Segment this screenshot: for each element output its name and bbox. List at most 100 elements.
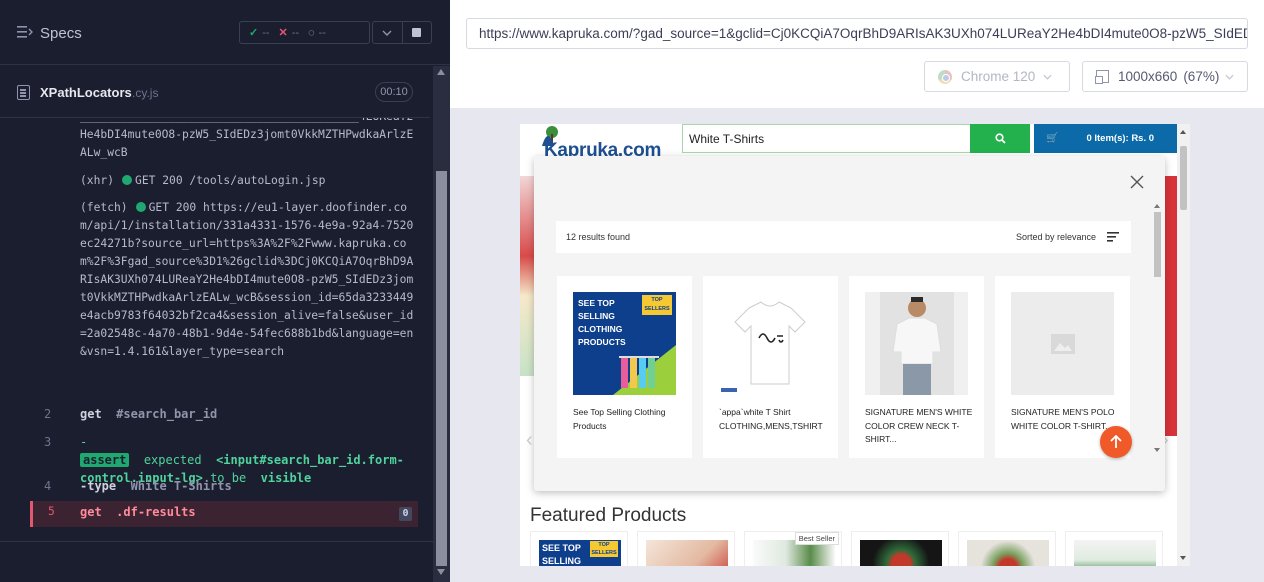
- search-results-layer: 12 results found Sorted by relevance SEE…: [534, 156, 1165, 491]
- scroll-to-top-button[interactable]: [1100, 426, 1132, 458]
- command-log-panel: Specs ✓ -- ✕ -- ◌ -- XPathLocators .cy.j…: [0, 0, 450, 582]
- image-placeholder: [1011, 292, 1114, 395]
- specs-label[interactable]: Specs: [40, 25, 82, 42]
- run-controls: [372, 21, 432, 44]
- scroll-up-icon[interactable]: [1154, 204, 1160, 208]
- xhr-text: GET 200 /tools/autoLogin.jsp: [135, 174, 326, 187]
- featured-card[interactable]: [637, 531, 735, 566]
- scroll-thumb[interactable]: [1180, 146, 1187, 210]
- featured-card[interactable]: [1065, 531, 1163, 566]
- command-number: 4: [44, 479, 52, 493]
- scroll-down-icon[interactable]: [1180, 556, 1186, 560]
- command-arg: White T-Shirts: [130, 479, 232, 493]
- assert-badge: assert: [80, 453, 130, 467]
- fetch-log-entry[interactable]: (fetch) GET 200 https://eu1-layer.doofind…: [80, 199, 416, 361]
- duration-badge: 00:10: [375, 82, 413, 102]
- product-title: See Top Selling Clothing Products: [573, 407, 666, 431]
- xhr-log-entry[interactable]: (xhr) GET 200 /tools/autoLogin.jsp: [80, 172, 325, 190]
- stop-button[interactable]: [401, 22, 432, 43]
- cypress-runner: Specs ✓ -- ✕ -- ◌ -- XPathLocators .cy.j…: [0, 0, 1264, 582]
- status-dot-icon: [135, 202, 146, 212]
- command-row-assert[interactable]: 3 -assert expected <input#search_bar_id.…: [30, 433, 418, 485]
- expand-button[interactable]: [373, 22, 402, 43]
- command-row-get[interactable]: 2 get #search_bar_id: [30, 405, 418, 425]
- command-number: 3: [44, 435, 52, 449]
- viewport-icon: [1095, 70, 1109, 84]
- viewport-selector[interactable]: 1000x660 (67%): [1082, 61, 1248, 92]
- search-input[interactable]: White T-Shirts: [682, 124, 971, 153]
- aut-stage: Kapruka.com White T-Shirts 🛒 0 Item(s): …: [450, 108, 1264, 582]
- command-row-type[interactable]: 4 -type White T-Shirts: [30, 477, 418, 497]
- carousel-prev-icon[interactable]: ‹: [526, 429, 533, 452]
- promo-image: SEE TOP SELLING CLOTHING PRODUCTS TOP SE…: [573, 292, 676, 395]
- featured-promo-tag: TOP SELLERS: [590, 541, 618, 557]
- clothes-rack-image: [619, 356, 659, 390]
- results-count: 12 results found: [566, 232, 631, 242]
- banner-right-edge: [1164, 176, 1177, 436]
- aut-scrollbar[interactable]: [1177, 124, 1190, 566]
- passed-count: --: [262, 26, 270, 39]
- spec-file-name: XPathLocators: [40, 85, 132, 100]
- command-number: 2: [44, 407, 52, 421]
- scroll-up-icon[interactable]: [1180, 130, 1186, 134]
- product-title: SIGNATURE MEN'S POLO WHITE COLOR T-SHIRT…: [1011, 407, 1115, 431]
- chevron-down-icon: [1043, 74, 1052, 80]
- fetch-tag: (fetch): [80, 201, 128, 214]
- passed-stat: ✓ --: [249, 26, 270, 40]
- command-number: 5: [48, 505, 55, 518]
- broken-image-icon: [1050, 333, 1075, 354]
- product-title: `appa`white T Shirt CLOTHING,MENS,TSHIRT: [719, 407, 823, 431]
- pending-circle-icon: ◌: [308, 26, 315, 39]
- chrome-icon: [938, 69, 952, 84]
- search-button[interactable]: [970, 124, 1030, 153]
- cart-button[interactable]: 🛒 0 Item(s): Rs. 0: [1034, 124, 1181, 153]
- scroll-thumb[interactable]: [1154, 212, 1161, 277]
- results-scrollbar[interactable]: [1153, 204, 1165, 454]
- search-icon: [994, 133, 1006, 144]
- specs-menu-icon[interactable]: [17, 25, 33, 39]
- cart-icon: 🛒: [1046, 133, 1059, 144]
- check-icon: ✓: [249, 27, 259, 39]
- product-card[interactable]: `appa`white T Shirt CLOTHING,MENS,TSHIRT: [703, 276, 838, 458]
- aut-iframe: Kapruka.com White T-Shirts 🛒 0 Item(s): …: [520, 124, 1190, 566]
- viewport-size: 1000x660: [1118, 69, 1178, 84]
- top-sellers-tag: TOP SELLERS: [642, 295, 672, 315]
- scroll-down-icon[interactable]: [1154, 448, 1160, 452]
- product-card[interactable]: SEE TOP SELLING CLOTHING PRODUCTS TOP SE…: [557, 276, 692, 458]
- pending-count: --: [318, 26, 326, 39]
- sort-dropdown[interactable]: Sorted by relevance: [1016, 232, 1096, 242]
- model-tshirt-image: [865, 292, 968, 395]
- url-bar[interactable]: https://www.kapruka.com/?gad_source=1&gc…: [466, 18, 1248, 49]
- tshirt-image: [719, 292, 822, 395]
- featured-card[interactable]: Best Seller: [744, 531, 842, 566]
- mini-tree-image: [1074, 540, 1156, 566]
- document-icon: [17, 85, 30, 100]
- failed-count: --: [291, 26, 300, 39]
- sort-icon[interactable]: [1107, 231, 1119, 243]
- reporter-header: Specs ✓ -- ✕ -- ◌ --: [0, 0, 450, 65]
- spec-file-row[interactable]: XPathLocators .cy.js 00:10: [0, 66, 430, 118]
- command-name: get #search_bar_id: [80, 407, 218, 421]
- failed-stat: ✕ --: [279, 26, 300, 40]
- xhr-tag: (xhr): [80, 174, 115, 187]
- log-url-fragment: ________________________________________…: [80, 118, 414, 159]
- featured-card[interactable]: SEE TOP SELLING TOP SELLERS: [530, 531, 628, 566]
- browser-selector[interactable]: Chrome 120: [924, 61, 1070, 92]
- featured-card[interactable]: [958, 531, 1056, 566]
- scroll-up-icon[interactable]: [437, 69, 445, 75]
- divider: [0, 541, 433, 542]
- best-seller-badge: Best Seller: [794, 532, 839, 545]
- chevron-down-icon: [1225, 74, 1234, 80]
- spec-file-ext: .cy.js: [132, 86, 159, 100]
- command-row-failed-get[interactable]: 5 get .df-results 0: [30, 501, 418, 527]
- product-card[interactable]: SIGNATURE MEN'S WHITE COLOR CREW NECK T-…: [849, 276, 984, 458]
- close-icon[interactable]: [1130, 175, 1144, 189]
- arrow-up-icon: [1110, 435, 1122, 448]
- test-stats: ✓ -- ✕ -- ◌ --: [239, 21, 370, 44]
- flower-arrangement-image: [860, 540, 942, 566]
- featured-card[interactable]: [851, 531, 949, 566]
- command-arg: #search_bar_id: [116, 407, 218, 421]
- scroll-thumb[interactable]: [436, 171, 447, 566]
- scroll-down-icon[interactable]: [437, 569, 445, 575]
- command-log-scrollbar[interactable]: [433, 66, 450, 582]
